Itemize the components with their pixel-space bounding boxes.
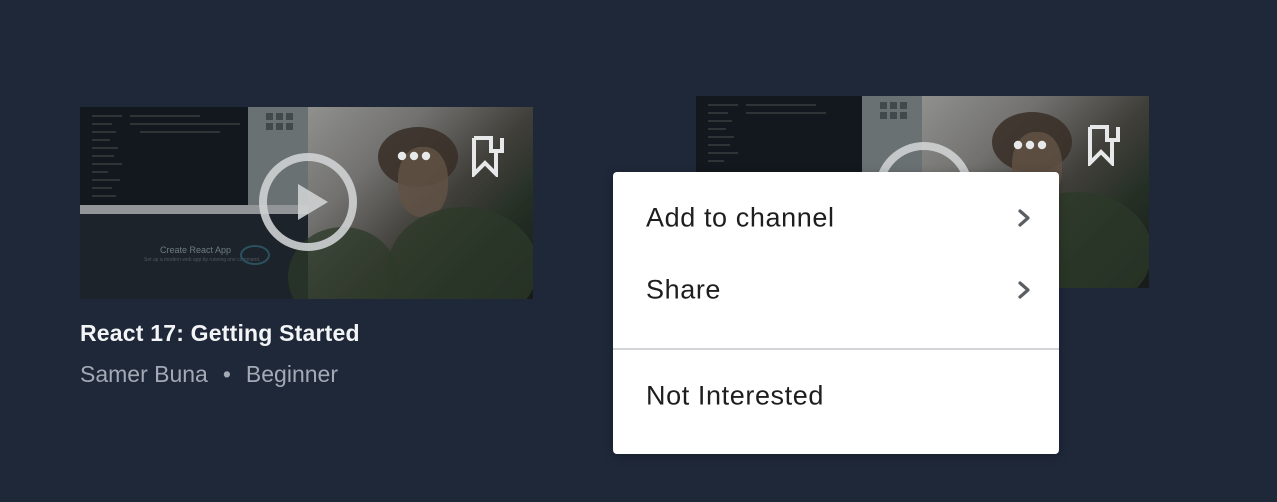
menu-item-label: Add to channel [646, 202, 835, 233]
course-meta: Samer Buna • Beginner [80, 361, 338, 388]
play-circle-icon[interactable] [258, 152, 358, 252]
meta-separator: • [222, 361, 231, 387]
course-level: Beginner [245, 361, 338, 387]
course-author[interactable]: Samer Buna [80, 361, 208, 387]
chevron-right-icon [1018, 281, 1030, 299]
menu-item-not-interested[interactable]: Not Interested [613, 364, 1059, 428]
course-title[interactable]: React 17: Getting Started [80, 320, 360, 347]
menu-item-label: Not Interested [646, 380, 824, 411]
menu-item-add-to-channel[interactable]: Add to channel [613, 186, 1059, 250]
menu-item-share[interactable]: Share [613, 258, 1059, 322]
bookmark-icon[interactable] [1085, 124, 1123, 166]
bookmark-icon[interactable] [469, 135, 507, 177]
thumbnail-caption: Create React App [160, 245, 232, 255]
more-options-menu: Add to channel Share Not Interested [613, 172, 1059, 454]
chevron-right-icon [1018, 209, 1030, 227]
menu-divider [613, 348, 1059, 350]
menu-item-label: Share [646, 274, 722, 305]
more-horizontal-icon[interactable] [1012, 139, 1048, 151]
more-horizontal-icon[interactable] [396, 150, 432, 162]
course-browse-page: Create React App Set up a modern web app… [0, 0, 1277, 502]
